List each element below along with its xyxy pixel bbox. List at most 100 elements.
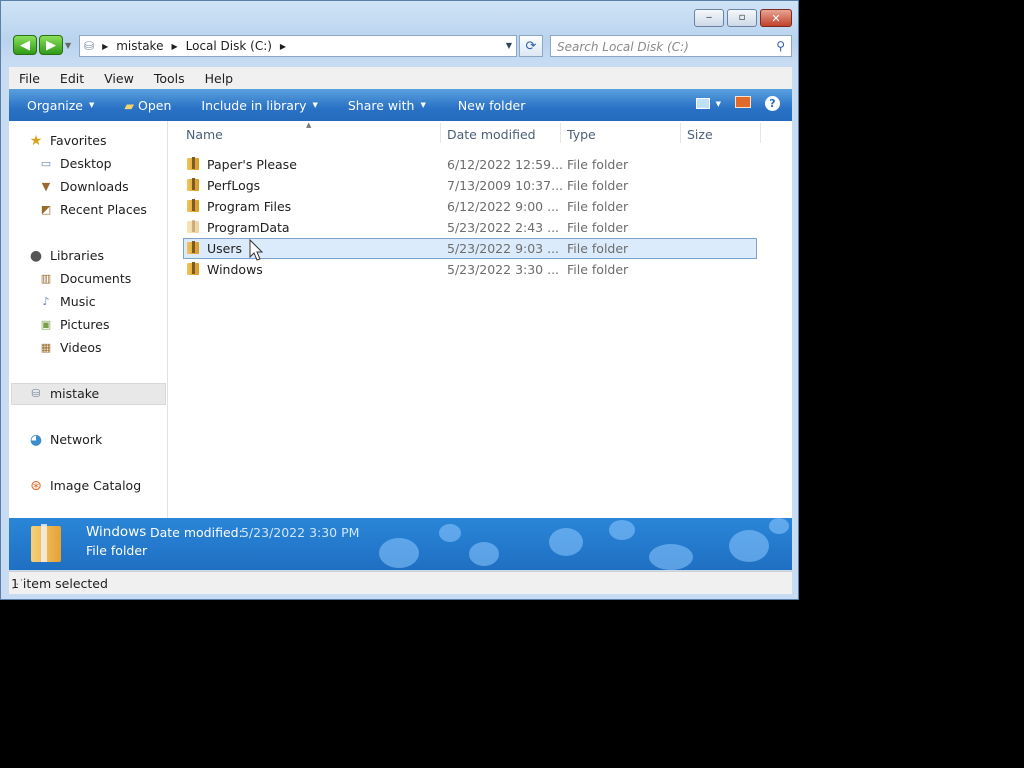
nav-label: Videos — [60, 340, 102, 355]
table-row[interactable]: PerfLogs 7/13/2009 10:37... File folder — [183, 175, 757, 196]
nav-recent-places[interactable]: ◩ Recent Places — [39, 202, 147, 217]
new-folder-button[interactable]: New folder — [458, 98, 526, 113]
menu-view[interactable]: View — [94, 71, 144, 86]
minimize-icon: ‒ — [705, 12, 713, 23]
recent-pages-dropdown-icon[interactable]: ▼ — [65, 41, 71, 50]
nav-pictures[interactable]: ▣ Pictures — [39, 317, 110, 332]
nav-label: Music — [60, 294, 96, 309]
nav-libraries[interactable]: ● Libraries — [29, 247, 104, 264]
table-row[interactable]: Windows 5/23/2022 3:30 ... File folder — [183, 259, 757, 280]
libraries-icon: ● — [29, 247, 43, 264]
file-type: File folder — [567, 220, 629, 235]
organize-button[interactable]: Organize ▼ — [27, 98, 94, 113]
menu-tools[interactable]: Tools — [144, 71, 195, 86]
column-divider[interactable] — [760, 123, 761, 143]
nav-favorites[interactable]: ★ Favorites — [29, 132, 107, 149]
command-bar: Organize ▼ ▰ Open Include in library ▼ Shar… — [9, 89, 792, 121]
address-dropdown-icon[interactable]: ▼ — [506, 41, 512, 50]
file-date: 5/23/2022 9:03 ... — [447, 241, 560, 256]
chevron-down-icon: ▼ — [420, 101, 426, 109]
file-date: 7/13/2009 10:37... — [447, 178, 564, 193]
breadcrumb-computer[interactable]: mistake — [116, 39, 163, 53]
decorative-bubble — [609, 520, 635, 540]
menu-file[interactable]: File — [9, 71, 50, 86]
file-type: File folder — [567, 199, 629, 214]
preview-pane-button[interactable] — [735, 96, 751, 111]
help-button[interactable]: ? — [765, 96, 780, 111]
minimize-button[interactable]: ‒ — [694, 9, 724, 27]
new-folder-label: New folder — [457, 97, 526, 113]
file-type: File folder — [567, 157, 629, 172]
details-date-label: Date modified: — [150, 525, 243, 540]
breadcrumb-local-disk[interactable]: Local Disk (C:) — [186, 39, 272, 53]
nav-label: Documents — [60, 271, 132, 286]
column-divider[interactable] — [560, 123, 561, 143]
close-button[interactable]: ✕ — [760, 9, 792, 27]
open-button[interactable]: ▰ Open — [124, 98, 171, 113]
maximize-button[interactable]: ▫ — [727, 9, 757, 27]
image-catalog-icon: ⊛ — [30, 477, 42, 494]
resize-grip-icon[interactable]: ⋰ — [11, 576, 790, 592]
mouse-cursor-icon — [249, 239, 264, 261]
chevron-right-icon[interactable]: ▶ — [280, 42, 286, 51]
arrow-right-icon: ▶ — [46, 37, 56, 53]
open-label: Open — [138, 97, 172, 113]
include-in-library-button[interactable]: Include in library ▼ — [201, 98, 317, 113]
star-icon: ★ — [29, 132, 43, 149]
nav-videos[interactable]: ▦ Videos — [39, 340, 102, 355]
navigation-pane: ★ Favorites ▭ Desktop ▼ Downloads ◩ Recent P… — [9, 121, 168, 518]
nav-label: Libraries — [50, 248, 104, 263]
file-name: ProgramData — [207, 220, 290, 235]
folder-open-icon: ▰ — [124, 97, 135, 113]
file-name: Program Files — [207, 199, 292, 214]
nav-documents[interactable]: ▥ Documents — [39, 271, 131, 286]
decorative-bubble — [379, 538, 419, 568]
file-date: 6/12/2022 12:59... — [447, 157, 564, 172]
status-bar: 1 item selected ⋰ — [9, 571, 792, 594]
menu-bar: File Edit View Tools Help — [9, 67, 792, 90]
address-bar[interactable]: ⛁ ▶ mistake ▶ Local Disk (C:) ▶ ▼ — [79, 35, 517, 57]
column-divider[interactable] — [440, 123, 441, 143]
forward-button[interactable]: ▶ — [39, 35, 63, 55]
back-button[interactable]: ◀ — [13, 35, 37, 55]
folder-icon — [187, 199, 201, 212]
search-icon[interactable]: ⚲ — [776, 39, 785, 53]
nav-computer[interactable]: ⛁ mistake — [29, 386, 99, 401]
chevron-down-icon: ▼ — [715, 99, 721, 108]
file-name: Windows — [207, 262, 263, 277]
column-header-name[interactable]: Name — [186, 127, 223, 142]
share-with-label: Share with — [347, 97, 415, 113]
nav-music[interactable]: ♪ Music — [39, 294, 96, 309]
nav-downloads[interactable]: ▼ Downloads — [39, 179, 129, 194]
decorative-bubble — [649, 544, 693, 570]
table-row[interactable]: Paper's Please 6/12/2022 12:59... File f… — [183, 154, 757, 175]
menu-help[interactable]: Help — [195, 71, 244, 86]
share-with-button[interactable]: Share with ▼ — [348, 98, 426, 113]
sort-ascending-icon: ▲ — [306, 121, 312, 129]
explorer-window: ‒ ▫ ✕ ◀ ▶ ▼ ⛁ ▶ mistake ▶ Local Disk (C:… — [0, 0, 799, 600]
nav-buttons: ◀ ▶ ▼ — [13, 35, 71, 55]
preview-pane-icon — [735, 96, 751, 108]
table-row-selected[interactable]: Users 5/23/2022 9:03 ... File folder — [183, 238, 757, 259]
search-input[interactable] — [555, 37, 769, 57]
nav-label: Desktop — [60, 156, 112, 171]
details-type: File folder — [86, 543, 148, 558]
pictures-icon: ▣ — [40, 318, 52, 331]
column-divider[interactable] — [680, 123, 681, 143]
change-view-button[interactable]: ▼ — [695, 98, 721, 109]
nav-desktop[interactable]: ▭ Desktop — [39, 156, 112, 171]
chevron-right-icon[interactable]: ▶ — [102, 42, 108, 51]
file-name: PerfLogs — [207, 178, 261, 193]
column-header-type[interactable]: Type — [567, 127, 596, 142]
nav-network[interactable]: ◕ Network — [29, 432, 102, 448]
column-header-size[interactable]: Size — [687, 127, 713, 142]
search-box[interactable]: ⚲ — [550, 35, 792, 57]
refresh-button[interactable]: ⟳ — [519, 35, 543, 57]
table-row[interactable]: Program Files 6/12/2022 9:00 ... File fo… — [183, 196, 757, 217]
computer-icon: ⛁ — [84, 39, 95, 53]
chevron-right-icon[interactable]: ▶ — [171, 42, 177, 51]
nav-image-catalog[interactable]: ⊛ Image Catalog — [29, 477, 141, 494]
column-header-date[interactable]: Date modified — [447, 127, 536, 142]
menu-edit[interactable]: Edit — [50, 71, 94, 86]
table-row[interactable]: ProgramData 5/23/2022 2:43 ... File fold… — [183, 217, 757, 238]
